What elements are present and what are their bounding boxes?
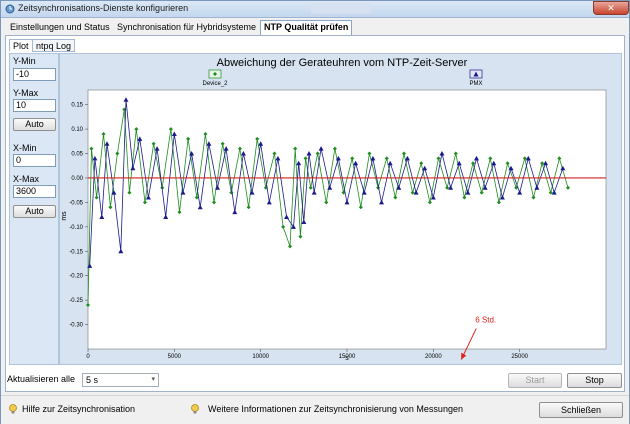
tab-hybrid-sync[interactable]: Synchronisation für Hybridsysteme	[114, 21, 259, 34]
y-tick-label: -0.25	[69, 298, 83, 304]
refresh-interval-value: 5 s	[86, 375, 99, 385]
x-tick-label: 15000	[339, 354, 356, 360]
close-button[interactable]: Schließen	[539, 402, 623, 418]
x-tick-label: 20000	[425, 354, 442, 360]
chart-title: Abweichung der Gerateuhren vom NTP-Zeit-…	[217, 57, 468, 69]
help-sync-link[interactable]: Hilfe zur Zeitsynchronisation	[22, 404, 135, 414]
help-bulb-icon	[9, 404, 17, 414]
main-window: Zeitsynchronisations-Dienste konfigurier…	[0, 0, 630, 424]
plot-area: Abweichung der Gerateuhren vom NTP-Zeit-…	[59, 53, 622, 365]
x-tick-label: 0	[86, 354, 90, 360]
y-tick-label: 0.15	[71, 103, 83, 109]
more-info-link[interactable]: Weitere Informationen zur Zeitsynchronis…	[208, 404, 463, 414]
refresh-interval-select[interactable]: 5 s ▾	[82, 373, 159, 387]
legend-label-device2: Device_2	[202, 81, 228, 87]
x-tick-label: 25000	[511, 354, 528, 360]
ymin-label: Y-Min	[13, 56, 36, 66]
xmax-label: X-Max	[13, 174, 40, 184]
annotation-label: 6 Std.	[475, 316, 496, 325]
y-tick-label: -0.15	[69, 249, 83, 255]
start-button[interactable]: Start	[508, 373, 562, 388]
app-icon	[5, 4, 15, 14]
refresh-row: Aktualisieren alle 5 s ▾ Start Stop	[7, 372, 625, 388]
y-tick-label: -0.10	[69, 225, 83, 231]
dialog-footer: Hilfe zur Zeitsynchronisation Weitere In…	[1, 395, 629, 424]
y-tick-label: -0.05	[69, 200, 83, 206]
chart-legend: Device_2 PMX	[202, 69, 483, 87]
x-auto-button[interactable]: Auto	[13, 205, 56, 218]
title-bar: Zeitsynchronisations-Dienste konfigurier…	[1, 1, 629, 18]
legend-label-pmx: PMX	[469, 81, 482, 87]
stop-button[interactable]: Stop	[567, 373, 622, 388]
tab-ntpq-log[interactable]: ntpq Log	[32, 39, 76, 52]
y-axis-label: ms	[61, 211, 68, 221]
background-window-ghost	[311, 2, 371, 14]
y-tick-label: 0.05	[71, 152, 83, 158]
ntp-deviation-chart: Abweichung der Gerateuhren vom NTP-Zeit-…	[61, 57, 607, 362]
xmin-label: X-Min	[13, 143, 37, 153]
refresh-label: Aktualisieren alle	[7, 374, 76, 384]
y-tick-label: 0.00	[71, 176, 83, 182]
ymax-input[interactable]: 10	[13, 99, 56, 112]
axis-settings-sidebar: Y-Min -10 Y-Max 10 Auto X-Min 0 X-Max 36…	[9, 53, 59, 365]
window-title: Zeitsynchronisations-Dienste konfigurier…	[18, 3, 189, 13]
tab-plot[interactable]: Plot	[9, 39, 33, 52]
window-close-button[interactable]: ✕	[593, 1, 629, 15]
xmax-input[interactable]: 3600	[13, 185, 56, 198]
chevron-down-icon: ▾	[151, 376, 155, 383]
x-tick-label: 5000	[168, 354, 182, 360]
xmin-input[interactable]: 0	[13, 154, 56, 167]
ymin-input[interactable]: -10	[13, 68, 56, 81]
tab-ntp-quality[interactable]: NTP Qualität prüfen	[260, 20, 353, 35]
info-bulb-icon	[191, 404, 199, 414]
y-tick-label: -0.20	[69, 274, 83, 280]
tab-settings-status[interactable]: Einstellungen und Status	[7, 21, 113, 34]
y-auto-button[interactable]: Auto	[13, 118, 56, 131]
x-tick-label: 10000	[252, 354, 269, 360]
plot-frame	[87, 89, 607, 350]
y-tick-label: -0.30	[69, 323, 83, 329]
ymax-label: Y-Max	[13, 88, 39, 98]
y-tick-label: 0.10	[71, 127, 83, 133]
